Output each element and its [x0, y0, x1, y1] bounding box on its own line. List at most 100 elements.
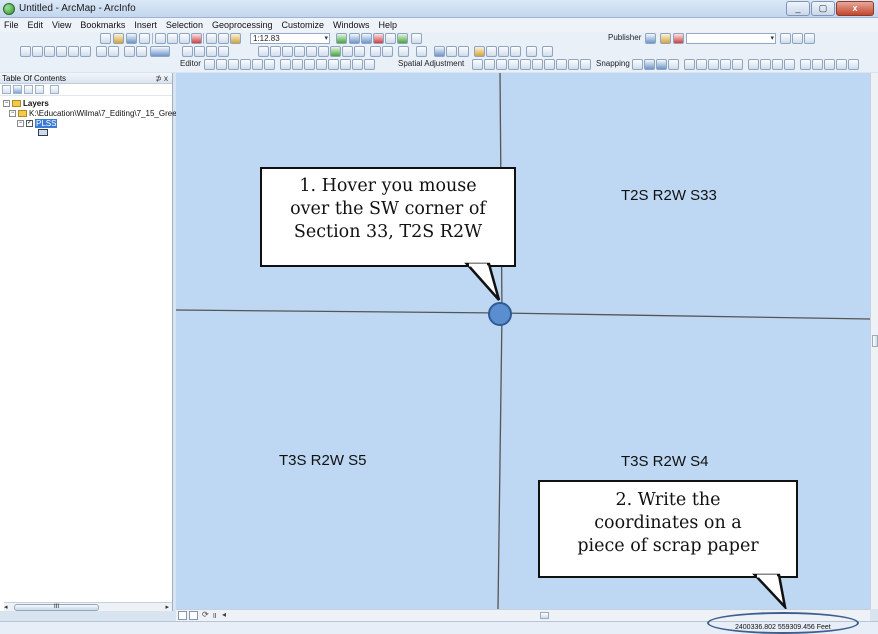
cogo-tool-2-icon[interactable] [760, 59, 771, 70]
map-horizontal-scroll-thumb[interactable] [540, 612, 549, 619]
toc-options-icon[interactable] [50, 85, 59, 94]
cogo-tool-4-icon[interactable] [784, 59, 795, 70]
search-window-icon[interactable] [373, 33, 384, 44]
straight-segment-icon[interactable] [228, 59, 239, 70]
edit-annotation-icon[interactable] [216, 59, 227, 70]
identify-icon[interactable] [434, 46, 445, 57]
edit-tool-icon[interactable] [204, 59, 215, 70]
python-window-icon[interactable] [397, 33, 408, 44]
layers-node[interactable]: − Layers [3, 99, 49, 108]
attribute-transfer-icon[interactable] [568, 59, 579, 70]
refresh-icon[interactable]: ⟳ [202, 610, 209, 619]
catalog-window-icon[interactable] [361, 33, 372, 44]
menu-windows[interactable]: Windows [333, 20, 370, 30]
modify-link-icon[interactable] [496, 59, 507, 70]
print-icon[interactable] [139, 33, 150, 44]
georef-tool-1-icon[interactable] [20, 46, 31, 57]
spatial-adjustment-menu[interactable]: Spatial Adjustment [398, 59, 464, 68]
attributes-icon[interactable] [340, 59, 351, 70]
hyperlink-icon[interactable] [446, 46, 457, 57]
cut-icon[interactable] [155, 33, 166, 44]
previous-extent-icon[interactable] [342, 46, 353, 57]
advanced-edit-5-icon[interactable] [848, 59, 859, 70]
edit-vertices-icon[interactable] [280, 59, 291, 70]
layout-tool-4-icon[interactable] [136, 46, 147, 57]
georef-tool-3-icon[interactable] [44, 46, 55, 57]
create-features-icon[interactable] [364, 59, 375, 70]
publisher-label[interactable]: Publisher [608, 33, 641, 42]
layout-tool-3-icon[interactable] [124, 46, 135, 57]
select-adjustment-icon[interactable] [472, 59, 483, 70]
georef-tool-2-icon[interactable] [32, 46, 43, 57]
plss-layer-name[interactable]: PLSS [35, 119, 58, 128]
open-folder-icon[interactable] [113, 33, 124, 44]
split-icon[interactable] [316, 59, 327, 70]
draw-tool-4-icon[interactable] [218, 46, 229, 57]
html-popup-icon[interactable] [458, 46, 469, 57]
pause-drawing-icon[interactable]: ॥ [212, 610, 217, 621]
draw-tool-2-icon[interactable] [194, 46, 205, 57]
new-displacement-link-icon[interactable] [484, 59, 495, 70]
toc-horizontal-scrollbar[interactable]: ◂ III ▸ [4, 602, 172, 611]
editor-menu[interactable]: Editor [180, 59, 201, 68]
help-icon[interactable] [411, 33, 422, 44]
cogo-tool-3-icon[interactable] [772, 59, 783, 70]
zoom-out-icon[interactable] [270, 46, 281, 57]
new-document-icon[interactable] [100, 33, 111, 44]
find-binoculars-icon[interactable] [486, 46, 497, 57]
find-route-icon[interactable] [498, 46, 509, 57]
menu-insert[interactable]: Insert [134, 20, 157, 30]
menu-customize[interactable]: Customize [282, 20, 325, 30]
data-view-icon[interactable] [178, 611, 187, 620]
publisher-settings-icon[interactable] [673, 33, 684, 44]
publisher-combo[interactable]: ▾ [686, 33, 776, 44]
rotate-icon[interactable] [328, 59, 339, 70]
scroll-left-icon[interactable]: ◂ [222, 610, 226, 619]
delete-icon[interactable] [191, 33, 202, 44]
vertex-snapping-icon[interactable] [656, 59, 667, 70]
snapping-menu[interactable]: Snapping [596, 59, 630, 68]
editor-toolbar-icon[interactable] [336, 33, 347, 44]
publisher-folder-icon[interactable] [660, 33, 671, 44]
plss-symbol[interactable] [38, 129, 48, 138]
go-to-xy-icon[interactable] [510, 46, 521, 57]
point-snapping-icon[interactable] [632, 59, 643, 70]
plss-layer-node[interactable]: − ✓ PLSS [17, 119, 58, 128]
map-display[interactable]: T2S R2W S33 T3S R2W S5 T3S R2W S4 1. Hov… [176, 73, 870, 609]
folder-node[interactable]: − K:\Education\Wilma\7_Editing\7_15_Green… [9, 109, 186, 118]
draw-tool-3-icon[interactable] [206, 46, 217, 57]
scrollbar-thumb[interactable] [872, 335, 878, 347]
end-point-arc-icon[interactable] [240, 59, 251, 70]
edge-match-icon[interactable] [556, 59, 567, 70]
cogo-tool-1-icon[interactable] [748, 59, 759, 70]
advanced-edit-1-icon[interactable] [800, 59, 811, 70]
topology-tool-5-icon[interactable] [732, 59, 743, 70]
end-snapping-icon[interactable] [644, 59, 655, 70]
layout-tool-2-icon[interactable] [108, 46, 119, 57]
publisher-tool-2-icon[interactable] [792, 33, 803, 44]
zoom-in-icon[interactable] [258, 46, 269, 57]
topology-tool-4-icon[interactable] [720, 59, 731, 70]
georef-tool-5-icon[interactable] [68, 46, 79, 57]
publisher-tool-3-icon[interactable] [804, 33, 815, 44]
georef-tool-6-icon[interactable] [80, 46, 91, 57]
link-table-icon[interactable] [544, 59, 555, 70]
forward-arrow-icon[interactable] [382, 46, 393, 57]
menu-view[interactable]: View [52, 20, 71, 30]
arctoolbox-icon[interactable] [385, 33, 396, 44]
copy-icon[interactable] [167, 33, 178, 44]
view-link-table-icon[interactable] [580, 59, 591, 70]
publisher-tool-1-icon[interactable] [780, 33, 791, 44]
advanced-edit-4-icon[interactable] [836, 59, 847, 70]
table-of-contents-icon[interactable] [349, 33, 360, 44]
select-features-icon[interactable] [398, 46, 409, 57]
maximize-button[interactable]: ▢ [811, 1, 835, 16]
point-icon[interactable] [264, 59, 275, 70]
multiple-displacement-icon[interactable] [508, 59, 519, 70]
minimize-button[interactable]: _ [786, 1, 810, 16]
list-by-source-icon[interactable] [13, 85, 22, 94]
save-icon[interactable] [126, 33, 137, 44]
menu-geoprocessing[interactable]: Geoprocessing [212, 20, 273, 30]
collapse-icon[interactable]: − [3, 100, 10, 108]
add-data-icon[interactable] [230, 33, 241, 44]
